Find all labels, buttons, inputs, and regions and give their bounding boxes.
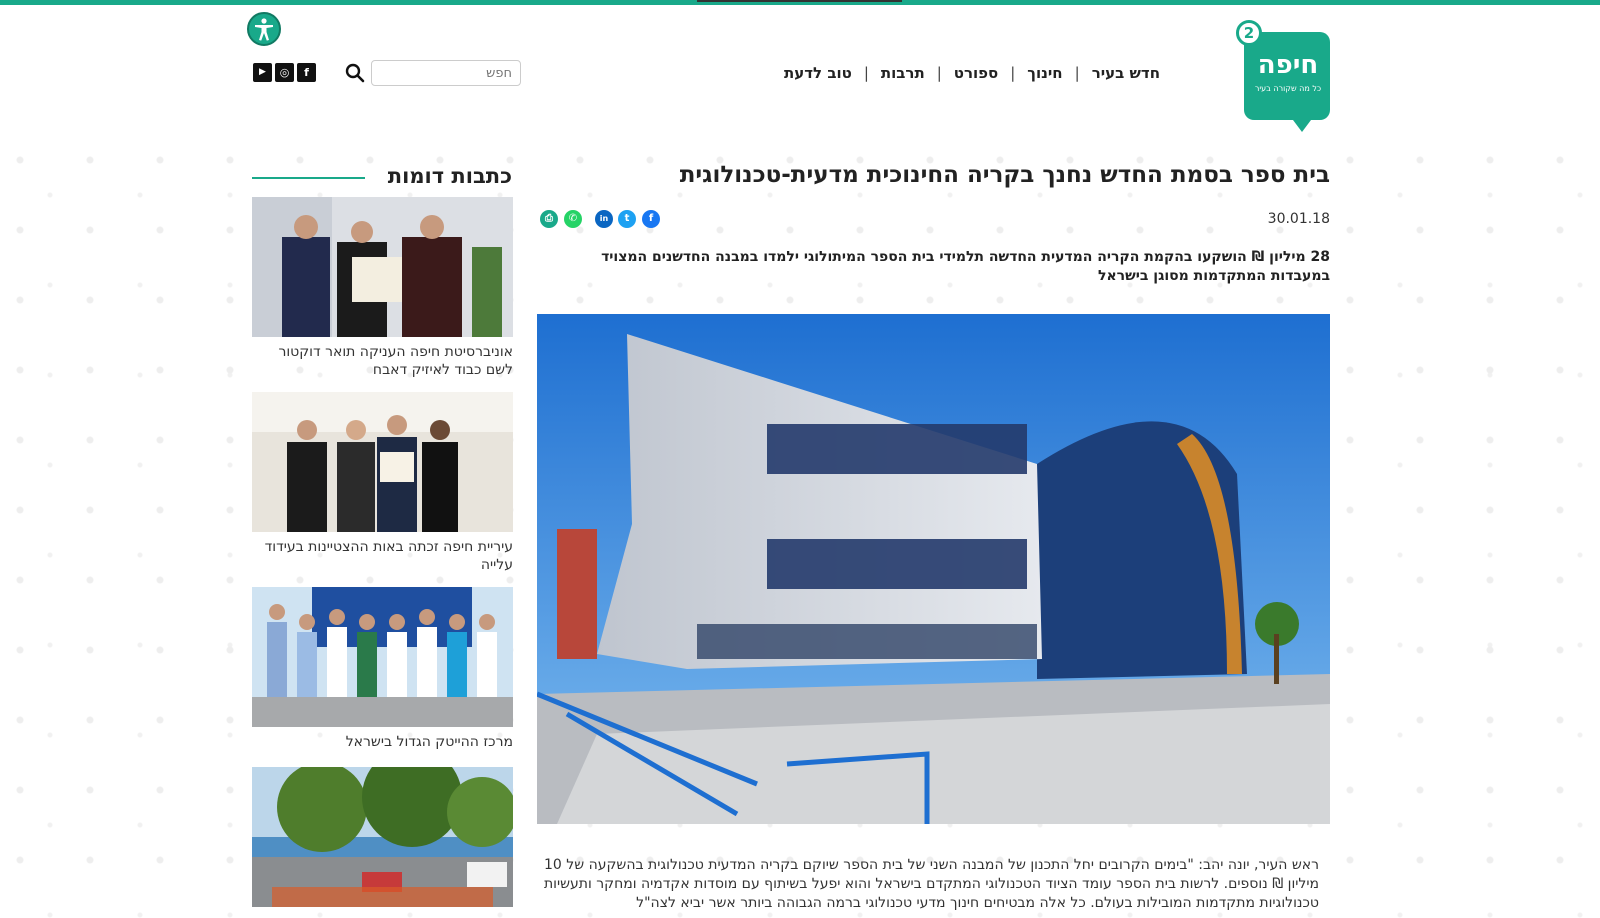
nav-separator: |: [863, 64, 869, 82]
article-body: ראש העיר, יונה יהב: "בימים הקרובים יחל ה…: [543, 857, 1319, 911]
article-hero-image: [537, 314, 1330, 824]
site-logo[interactable]: 2 חיפה כל מה שקורה בעיר: [1236, 20, 1330, 134]
nav-item-sport[interactable]: ספורט: [954, 64, 998, 82]
related-articles-title: כתבות דומות: [387, 164, 512, 188]
nav-item-good-to-know[interactable]: טוב לדעת: [784, 64, 852, 82]
search-input[interactable]: [371, 60, 521, 86]
nav-separator: |: [1010, 64, 1016, 82]
related-card-caption[interactable]: עיריית חיפה זכתה באות ההצטיינות בעידוד ע…: [252, 538, 513, 574]
youtube-icon[interactable]: ▶: [253, 63, 272, 82]
instagram-icon[interactable]: ◎: [275, 63, 294, 82]
logo-tail: [1290, 116, 1314, 132]
facebook-share-icon[interactable]: f: [642, 210, 660, 228]
nav-separator: |: [1074, 64, 1080, 82]
article-title: בית ספר בסמת החדש נחנך בקריה החינוכית מד…: [679, 162, 1330, 188]
nav-item-culture[interactable]: תרבות: [881, 64, 925, 82]
accessibility-icon[interactable]: [247, 12, 281, 46]
article-date: 30.01.18: [1267, 211, 1330, 227]
related-card-image[interactable]: [252, 392, 513, 532]
nav-item-education[interactable]: חינוך: [1027, 64, 1062, 82]
linkedin-share-icon[interactable]: in: [595, 210, 613, 228]
logo-number: 2: [1236, 20, 1262, 46]
related-title-underline: [252, 177, 365, 179]
logo-tagline: כל מה שקורה בעיר: [1254, 84, 1322, 93]
nav-item-new-in-city[interactable]: חדש בעיר: [1092, 64, 1160, 82]
top-progress-bar: [697, 0, 902, 2]
related-card-caption[interactable]: מרכז ההייטק הגדול בישראל: [252, 733, 513, 751]
related-card-image[interactable]: [252, 197, 513, 337]
related-card-caption[interactable]: אוניברסיטת חיפה העניקה תואר דוקטור לשם כ…: [252, 343, 513, 379]
twitter-share-icon[interactable]: t: [618, 210, 636, 228]
whatsapp-share-icon[interactable]: ✆: [564, 210, 582, 228]
facebook-icon[interactable]: f: [297, 63, 316, 82]
related-card-image[interactable]: [252, 767, 513, 907]
main-nav: חדש בעיר | חינוך | ספורט | תרבות | טוב ל…: [740, 60, 1160, 86]
nav-separator: |: [936, 64, 942, 82]
article-lead: 28 מיליון ₪ הושקעו בהקמת הקריה המדעית הח…: [601, 249, 1330, 284]
related-card-image[interactable]: [252, 587, 513, 727]
logo-text: חיפה: [1257, 50, 1319, 80]
search-icon[interactable]: [344, 62, 366, 84]
print-icon[interactable]: ⎙: [540, 210, 558, 228]
